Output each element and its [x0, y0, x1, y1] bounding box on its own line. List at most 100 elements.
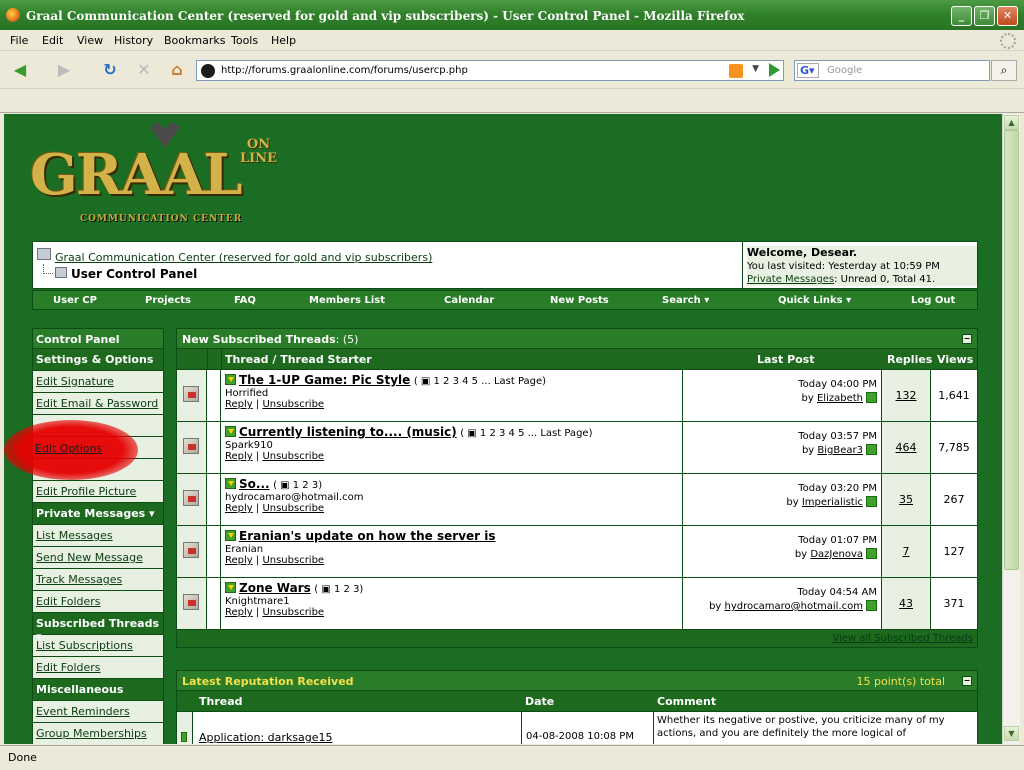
go-to-last-post-icon[interactable] — [866, 600, 877, 611]
last-poster-link[interactable]: Elizabeth — [817, 393, 863, 404]
edit-signature-link[interactable]: Edit Signature — [32, 371, 164, 393]
bookmarks-toolbar — [0, 89, 1024, 113]
menu-history[interactable]: History — [114, 34, 153, 47]
go-to-first-new-post-icon[interactable] — [225, 530, 236, 541]
scroll-up-icon[interactable]: ▲ — [1004, 115, 1019, 130]
menu-file[interactable]: File — [10, 34, 28, 47]
group-memberships-link[interactable]: Group Memberships — [32, 723, 164, 744]
address-bar[interactable]: http://forums.graalonline.com/forums/use… — [196, 60, 784, 81]
col-views[interactable]: Views — [937, 353, 973, 366]
thread-title[interactable]: So... — [239, 477, 270, 491]
go-to-first-new-post-icon[interactable] — [225, 426, 236, 437]
go-to-first-new-post-icon[interactable] — [225, 582, 236, 593]
reply-link[interactable]: Reply — [225, 451, 253, 462]
unsubscribe-link[interactable]: Unsubscribe — [262, 607, 324, 618]
thread-pages[interactable]: ( ▣ 1 2 3) — [314, 584, 363, 595]
last-poster-link[interactable]: Imperialistic — [802, 497, 863, 508]
col-replies[interactable]: Replies — [887, 353, 932, 366]
graal-logo[interactable]: GRAAL ON LINE COMMUNICATION CENTER — [30, 122, 290, 232]
list-subscriptions-link[interactable]: List Subscriptions — [32, 635, 164, 657]
unsubscribe-link[interactable]: Unsubscribe — [262, 451, 324, 462]
nav-new-posts[interactable]: New Posts — [550, 295, 609, 306]
collapse-icon[interactable]: − — [962, 334, 972, 344]
thread-pages[interactable]: ( ▣ 1 2 3 4 5 ... Last Page) — [414, 376, 546, 387]
reply-link[interactable]: Reply — [225, 555, 253, 566]
thread-title[interactable]: The 1-UP Game: Pic Style — [239, 373, 410, 387]
thread-title[interactable]: Currently listening to.... (music) — [239, 425, 457, 439]
thread-title[interactable]: Zone Wars — [239, 581, 311, 595]
collapse-icon[interactable]: − — [962, 676, 972, 686]
go-to-last-post-icon[interactable] — [866, 496, 877, 507]
reputation-thread-link[interactable]: Application: darksage15 — [199, 731, 333, 744]
thread-pages[interactable]: ( ▣ 1 2 3) — [273, 480, 322, 491]
private-messages-link[interactable]: Private Messages — [747, 274, 834, 285]
search-input[interactable]: G▾ Google — [794, 60, 990, 81]
event-reminders-link[interactable]: Event Reminders — [32, 701, 164, 723]
search-button[interactable]: ⌕ — [991, 60, 1017, 81]
go-to-last-post-icon[interactable] — [866, 548, 877, 559]
last-poster-link[interactable]: hydrocamaro@hotmail.com — [725, 601, 863, 612]
minimize-button[interactable]: _ — [951, 6, 972, 26]
reload-icon[interactable]: ↻ — [98, 59, 122, 81]
nav-user-cp[interactable]: User CP — [53, 295, 97, 306]
nav-faq[interactable]: FAQ — [234, 295, 256, 306]
col-last-post[interactable]: Last Post — [757, 353, 815, 366]
go-button[interactable] — [769, 63, 780, 77]
page-scrollbar[interactable]: ▲ ▼ — [1002, 114, 1020, 744]
search-engine-icon[interactable]: G▾ — [797, 63, 819, 78]
private-messages-header[interactable]: Private Messages ▾ — [32, 503, 164, 525]
menu-help[interactable]: Help — [271, 34, 296, 47]
edit-folders-link[interactable]: Edit Folders — [32, 591, 164, 613]
thread-pages[interactable]: ( ▣ 1 2 3 4 5 ... Last Page) — [460, 428, 592, 439]
nav-members-list[interactable]: Members List — [309, 295, 385, 306]
last-poster-link[interactable]: DazJenova — [810, 549, 863, 560]
unsubscribe-link[interactable]: Unsubscribe — [262, 503, 324, 514]
back-icon[interactable]: ◀ — [8, 59, 32, 81]
breadcrumb-forum-link[interactable]: Graal Communication Center (reserved for… — [55, 251, 432, 264]
nav-projects[interactable]: Projects — [145, 295, 191, 306]
forward-icon[interactable]: ▶ — [52, 59, 76, 81]
menu-edit[interactable]: Edit — [42, 34, 63, 47]
nav-log-out[interactable]: Log Out — [911, 295, 955, 306]
unsubscribe-link[interactable]: Unsubscribe — [262, 399, 324, 410]
unsubscribe-link[interactable]: Unsubscribe — [262, 555, 324, 566]
replies-count[interactable]: 132 — [882, 370, 931, 421]
reply-link[interactable]: Reply — [225, 399, 253, 410]
replies-count[interactable]: 464 — [882, 422, 931, 473]
url-dropdown-icon[interactable]: ▼ — [752, 64, 759, 74]
edit-subscription-folders-link[interactable]: Edit Folders — [32, 657, 164, 679]
scroll-down-icon[interactable]: ▼ — [1004, 726, 1019, 741]
go-to-first-new-post-icon[interactable] — [225, 478, 236, 489]
go-to-last-post-icon[interactable] — [866, 444, 877, 455]
subscribed-threads-header[interactable]: Subscribed Threads ▾ — [32, 613, 164, 643]
edit-profile-picture-link[interactable]: Edit Profile Picture — [32, 481, 164, 503]
stop-icon[interactable]: ✕ — [132, 59, 156, 81]
scroll-thumb[interactable] — [1004, 130, 1019, 570]
close-button[interactable]: ✕ — [997, 6, 1018, 26]
last-poster-link[interactable]: BigBear3 — [817, 445, 863, 456]
nav-quick-links[interactable]: Quick Links ▾ — [778, 295, 851, 306]
list-messages-link[interactable]: List Messages — [32, 525, 164, 547]
replies-count[interactable]: 43 — [882, 578, 931, 629]
view-all-subscribed-link[interactable]: View all Subscribed Threads — [176, 630, 978, 648]
reply-link[interactable]: Reply — [225, 503, 253, 514]
col-thread[interactable]: Thread / Thread Starter — [225, 353, 372, 366]
rss-feed-icon[interactable] — [729, 64, 743, 78]
nav-calendar[interactable]: Calendar — [444, 295, 494, 306]
replies-count[interactable]: 7 — [882, 526, 931, 577]
nav-search[interactable]: Search ▾ — [662, 295, 709, 306]
edit-options-link[interactable]: Edit Options — [35, 442, 102, 455]
edit-email-password-link[interactable]: Edit Email & Password — [32, 393, 164, 415]
replies-count[interactable]: 35 — [882, 474, 931, 525]
go-to-last-post-icon[interactable] — [866, 392, 877, 403]
reply-link[interactable]: Reply — [225, 607, 253, 618]
thread-title[interactable]: Eranian's update on how the server is — [239, 529, 496, 543]
go-to-first-new-post-icon[interactable] — [225, 374, 236, 385]
menu-view[interactable]: View — [77, 34, 103, 47]
home-icon[interactable]: ⌂ — [165, 59, 189, 81]
track-messages-link[interactable]: Track Messages — [32, 569, 164, 591]
menu-bookmarks[interactable]: Bookmarks — [164, 34, 225, 47]
menu-tools[interactable]: Tools — [231, 34, 258, 47]
send-new-message-link[interactable]: Send New Message — [32, 547, 164, 569]
maximize-button[interactable]: ❐ — [974, 6, 995, 26]
